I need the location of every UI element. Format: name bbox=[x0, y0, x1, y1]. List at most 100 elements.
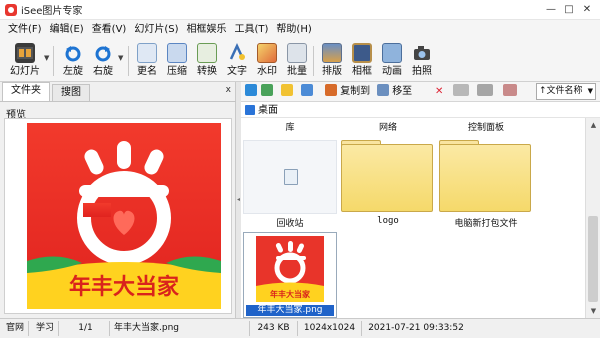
slideshow-label: 幻灯片 bbox=[10, 66, 40, 77]
batch-label: 批量 bbox=[287, 66, 307, 77]
rotate-left-icon bbox=[63, 43, 83, 63]
select-tool-icon bbox=[453, 84, 469, 96]
image-thumbnail: 年丰大当家 bbox=[256, 236, 324, 302]
recycle-bin-icon bbox=[284, 169, 298, 185]
learn-link[interactable]: 学习 bbox=[32, 321, 60, 336]
close-button[interactable]: ✕ bbox=[578, 2, 596, 17]
grid-item-label: 控制面板 bbox=[467, 123, 504, 133]
compress-label: 压缩 bbox=[167, 66, 187, 77]
scroll-down-icon[interactable]: ▼ bbox=[586, 304, 600, 318]
compress-button[interactable]: 压缩 bbox=[161, 42, 193, 80]
folder-icon bbox=[439, 140, 533, 214]
rotate-dropdown-icon[interactable]: ▼ bbox=[118, 54, 123, 62]
tab-folders[interactable]: 文件夹 bbox=[2, 82, 50, 101]
sort-by-value: ↑文件名称 bbox=[539, 86, 583, 96]
back-button[interactable] bbox=[245, 84, 257, 100]
toolbar-separator bbox=[313, 46, 314, 76]
convert-button[interactable]: 转换 bbox=[191, 42, 223, 80]
menu-help[interactable]: 帮助(H) bbox=[272, 21, 315, 39]
resize-tool-icon bbox=[477, 84, 493, 96]
menu-file[interactable]: 文件(F) bbox=[4, 21, 46, 39]
chevron-down-icon: ▼ bbox=[587, 87, 593, 95]
status-filename: 年丰大当家.png bbox=[110, 321, 250, 336]
batch-button[interactable]: 批量 bbox=[281, 42, 313, 80]
refresh-icon bbox=[301, 84, 313, 96]
grid-item-label[interactable]: 年丰大当家.png bbox=[246, 305, 334, 316]
preview-panel: 年丰大当家 bbox=[4, 118, 232, 314]
resize-tool-button[interactable] bbox=[477, 84, 493, 100]
delete-button[interactable]: ✕ bbox=[435, 84, 443, 100]
grid-item-folder-logo[interactable]: logo bbox=[341, 140, 435, 232]
forward-arrow-icon bbox=[261, 84, 273, 96]
move-to-label: 移至 bbox=[392, 86, 413, 97]
rotate-left-button[interactable]: 左旋 bbox=[57, 42, 89, 80]
preview-image: 年丰大当家 bbox=[27, 123, 221, 309]
left-pane: 文件夹 搜图 x 预览 年丰大当家 bbox=[0, 82, 236, 318]
rotate-right-button[interactable]: 右旋 bbox=[87, 42, 119, 80]
watermark-button[interactable]: 水印 bbox=[251, 42, 283, 80]
slideshow-button[interactable]: 幻灯片 bbox=[6, 42, 44, 80]
refresh-button[interactable] bbox=[301, 84, 313, 100]
toolbar-separator bbox=[128, 46, 129, 76]
window-title: iSee图片专家 bbox=[21, 6, 83, 17]
rename-button[interactable]: 更名 bbox=[131, 42, 163, 80]
frame-label: 相框 bbox=[352, 66, 372, 77]
navigation-bar: 复制到 移至 ✕ ↑文件名称 ▼ bbox=[241, 82, 600, 102]
right-pane: 复制到 移至 ✕ ↑文件名称 ▼ 桌面 库 网络 控制面板 回收站 logo 电… bbox=[241, 82, 600, 318]
status-bar: 官网 学习 1/1 年丰大当家.png 243 KB 1024x1024 202… bbox=[0, 318, 600, 338]
capture-label: 拍照 bbox=[412, 66, 432, 77]
vertical-scrollbar[interactable]: ▲ ▼ bbox=[585, 118, 600, 318]
title-bar: iSee图片专家 — □ ✕ bbox=[0, 0, 600, 20]
copy-to-button[interactable]: 复制到 bbox=[325, 84, 370, 100]
move-to-button[interactable]: 移至 bbox=[377, 84, 412, 100]
menu-tools[interactable]: 工具(T) bbox=[231, 21, 273, 39]
left-pane-tabs: 文件夹 搜图 bbox=[0, 82, 236, 102]
current-path: 桌面 bbox=[258, 105, 278, 116]
menu-view[interactable]: 查看(V) bbox=[88, 21, 131, 39]
layout-button[interactable]: 排版 bbox=[316, 42, 348, 80]
frame-button[interactable]: 相框 bbox=[346, 42, 378, 80]
preview-image-caption: 年丰大当家 bbox=[69, 274, 180, 300]
menu-bar: 文件(F) 编辑(E) 查看(V) 幻灯片(S) 相框娱乐 工具(T) 帮助(H… bbox=[0, 20, 600, 40]
grid-item-label: 回收站 bbox=[276, 219, 304, 229]
watermark-label: 水印 bbox=[257, 66, 277, 77]
text-label: 文字 bbox=[227, 66, 247, 77]
minimize-button[interactable]: — bbox=[542, 2, 560, 17]
animation-button[interactable]: 动画 bbox=[376, 42, 408, 80]
grid-item-label: logo bbox=[377, 216, 399, 226]
tab-image-search[interactable]: 搜图 bbox=[52, 84, 90, 101]
capture-button[interactable]: 拍照 bbox=[406, 42, 438, 80]
path-bar[interactable]: 桌面 bbox=[241, 103, 600, 118]
layout-label: 排版 bbox=[322, 66, 342, 77]
menu-frame-fun[interactable]: 相框娱乐 bbox=[183, 21, 231, 39]
grid-item-folder-package[interactable]: 电脑新打包文件 bbox=[439, 140, 533, 232]
remove-tool-button[interactable] bbox=[503, 84, 517, 100]
copy-to-label: 复制到 bbox=[340, 86, 371, 97]
restore-button[interactable]: □ bbox=[560, 2, 578, 17]
rename-icon bbox=[137, 43, 157, 63]
up-folder-button[interactable] bbox=[281, 84, 293, 100]
convert-icon bbox=[197, 43, 217, 63]
animation-icon bbox=[382, 43, 402, 63]
official-site-link[interactable]: 官网 bbox=[2, 321, 30, 336]
rename-label: 更名 bbox=[137, 66, 157, 77]
grid-item-label: 库 bbox=[285, 123, 295, 133]
image-index: 1/1 bbox=[62, 321, 110, 336]
sort-by-select[interactable]: ↑文件名称 ▼ bbox=[536, 83, 596, 100]
text-button[interactable]: 文字 bbox=[221, 42, 253, 80]
photo-frame-icon bbox=[352, 43, 372, 63]
scroll-up-icon[interactable]: ▲ bbox=[586, 118, 600, 132]
grid-item-recycle-bin[interactable]: 回收站 bbox=[243, 140, 337, 232]
pane-close-button[interactable]: x bbox=[226, 85, 231, 95]
slideshow-dropdown-icon[interactable]: ▼ bbox=[44, 54, 49, 62]
film-icon bbox=[15, 43, 35, 63]
forward-button[interactable] bbox=[261, 84, 273, 100]
move-to-icon bbox=[377, 84, 389, 96]
select-tool-button[interactable] bbox=[453, 84, 469, 100]
rotate-left-label: 左旋 bbox=[63, 66, 83, 77]
grid-item-image-selected[interactable]: 年丰大当家 年丰大当家.png bbox=[243, 232, 337, 318]
animation-label: 动画 bbox=[382, 66, 402, 77]
menu-slideshow[interactable]: 幻灯片(S) bbox=[130, 21, 182, 39]
scroll-thumb[interactable] bbox=[588, 216, 598, 302]
menu-edit[interactable]: 编辑(E) bbox=[46, 21, 88, 39]
